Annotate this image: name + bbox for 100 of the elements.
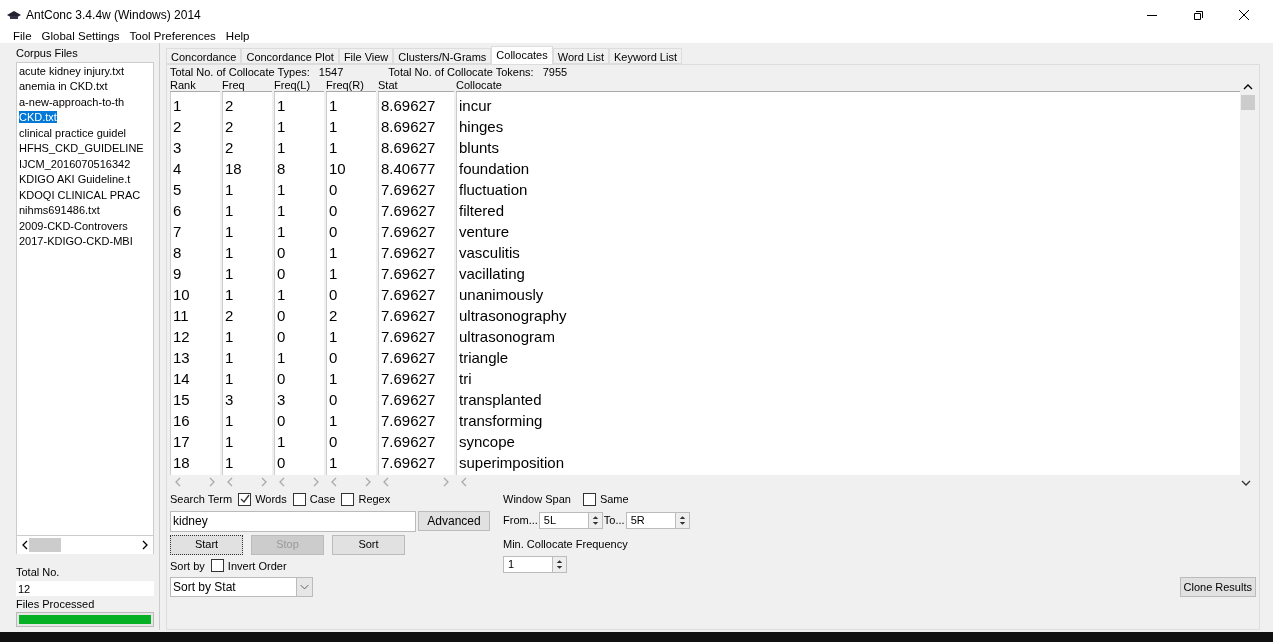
sort-by-label: Sort by xyxy=(170,558,205,574)
summary-value: 1547 xyxy=(318,64,344,80)
table-cell-text: 16 xyxy=(172,411,191,431)
summary-label: Total No. of Collocate Types: xyxy=(170,64,310,80)
table-cell-text: 1 xyxy=(224,180,235,200)
corpus-file[interactable]: anemia in CKD.txt xyxy=(17,79,153,95)
search-term-label: Search Term xyxy=(170,492,233,507)
action-button[interactable]: Start xyxy=(170,534,243,555)
table-cell-text: 17 xyxy=(172,432,191,452)
menu-item[interactable]: Global Settings xyxy=(41,27,120,46)
scroll-down-icon[interactable] xyxy=(1241,478,1251,486)
table-cell-text: 1 xyxy=(328,117,339,137)
table-cell-text: 1 xyxy=(276,96,287,116)
checkbox[interactable]: Words xyxy=(238,491,287,508)
table-cell-text: blunts xyxy=(458,138,501,158)
table-cell-text: 1 xyxy=(276,222,287,242)
table-cell-text: ultrasonogram xyxy=(458,327,556,347)
table-cell-text: venture xyxy=(458,222,511,242)
table-cell-text: 7.69627 xyxy=(380,285,437,305)
clone-results-button[interactable]: Clone Results xyxy=(1179,577,1256,597)
table-cell-text: 8 xyxy=(276,159,287,179)
menu-item[interactable]: File xyxy=(13,27,32,46)
table-cell-text: 0 xyxy=(276,453,287,473)
spinner-icon[interactable] xyxy=(674,512,689,528)
corpus-file[interactable]: CKD.txt xyxy=(17,110,153,126)
tab[interactable]: Concordance Plot xyxy=(241,48,339,64)
table-cell-text: 7.69627 xyxy=(380,390,437,410)
table-cell-text: 10 xyxy=(172,285,191,305)
table-cell-text: 13 xyxy=(172,348,191,368)
corpus-file[interactable]: a-new-approach-to-th xyxy=(17,94,153,110)
table-cell-text: fluctuation xyxy=(458,180,529,200)
table-cell-text: 3 xyxy=(224,390,235,410)
advanced-button[interactable]: Advanced xyxy=(418,510,490,531)
corpus-file[interactable]: KDOQI CLINICAL PRAC xyxy=(17,187,153,203)
table-cell-text: 2 xyxy=(328,306,339,326)
search-field[interactable]: kidney xyxy=(170,510,416,532)
checkbox[interactable]: Regex xyxy=(341,491,391,508)
chevron-down-icon xyxy=(296,578,312,596)
table-cell-text: 1 xyxy=(276,138,287,158)
checkbox[interactable]: Same xyxy=(582,491,629,508)
menu-item[interactable]: Tool Preferences xyxy=(129,27,216,46)
corpus-file[interactable]: acute kidney injury.txt xyxy=(17,63,153,79)
checkbox[interactable]: Case xyxy=(292,491,336,508)
spinner-icon[interactable] xyxy=(587,512,602,528)
table-cell-text: 1 xyxy=(328,138,339,158)
scroll-thumb[interactable] xyxy=(1241,95,1255,110)
table-cell-text: 15 xyxy=(172,390,191,410)
tab[interactable]: Keyword List xyxy=(608,48,682,64)
corpus-file[interactable]: 2009-CKD-Controvers xyxy=(17,218,153,234)
tab[interactable]: Concordance xyxy=(166,48,242,64)
corpus-file[interactable]: KDIGO AKI Guideline.t xyxy=(17,172,153,188)
tab[interactable]: Collocates xyxy=(491,46,553,64)
table-cell-text: 0 xyxy=(328,201,339,221)
table-cell-text: superimposition xyxy=(458,453,566,473)
table-cell-text: 4 xyxy=(172,159,183,179)
min-frequency-label: Min. Collocate Frequency xyxy=(503,536,629,552)
table-cell-text: 1 xyxy=(276,201,287,221)
table-cell-text: 2 xyxy=(224,138,235,158)
table-cell-text: 8.40677 xyxy=(380,159,437,179)
corpus-file[interactable]: HFHS_CKD_GUIDELINE xyxy=(17,141,153,157)
table-cell-text: 0 xyxy=(276,411,287,431)
to-spinner[interactable]: 5R xyxy=(625,511,690,529)
action-button[interactable]: Sort xyxy=(332,534,405,555)
table-cell-text: 0 xyxy=(276,264,287,284)
min-frequency-spinner[interactable]: 1 xyxy=(503,556,567,573)
summary-label: Total No. of Collocate Tokens: xyxy=(388,64,534,80)
table-cell-text: 3 xyxy=(276,390,287,410)
menu-item[interactable]: Help xyxy=(225,27,250,46)
tab[interactable]: Clusters/N-Grams xyxy=(393,48,492,64)
tab[interactable]: Word List xyxy=(552,48,609,64)
table-cell-text: 2 xyxy=(172,117,183,137)
table-cell-text: 0 xyxy=(328,348,339,368)
table-cell-text: 1 xyxy=(224,264,235,284)
table-cell-text: 0 xyxy=(328,432,339,452)
horizontal-scrollbar[interactable] xyxy=(16,536,154,554)
scroll-left-icon[interactable] xyxy=(21,540,29,550)
table-cell-text: 7.69627 xyxy=(380,222,437,242)
table-cell-text: 1 xyxy=(224,222,235,242)
table-cell-text: 0 xyxy=(276,243,287,263)
tab[interactable]: File View xyxy=(338,48,394,64)
window-span-label: Window Span xyxy=(503,492,571,507)
from-spinner[interactable]: 5L xyxy=(538,511,603,529)
corpus-file[interactable]: clinical practice guidel xyxy=(17,125,153,141)
corpus-file[interactable]: 2017-KDIGO-CKD-MBI xyxy=(17,234,153,250)
checkbox[interactable]: Invert Order xyxy=(210,557,287,574)
corpus-file[interactable]: IJCM_2016070516342 xyxy=(17,156,153,172)
spinner-icon[interactable] xyxy=(552,557,566,572)
sort-dropdown[interactable]: Sort by Stat xyxy=(170,577,313,597)
corpus-file[interactable]: nihms691486.txt xyxy=(17,203,153,219)
table-cell-text: 0 xyxy=(276,369,287,389)
table-cell-text: 1 xyxy=(276,117,287,137)
scroll-right-icon[interactable] xyxy=(141,540,149,550)
table-cell-text: 1 xyxy=(224,453,235,473)
table-cell-text: 1 xyxy=(224,285,235,305)
table-cell-text: 7.69627 xyxy=(380,432,437,452)
table-cell-text: 1 xyxy=(328,411,339,431)
scroll-thumb[interactable] xyxy=(29,538,61,552)
table-cell-text: 1 xyxy=(276,285,287,305)
total-label: Total No. xyxy=(16,565,61,580)
scroll-up-icon[interactable] xyxy=(1243,83,1253,91)
